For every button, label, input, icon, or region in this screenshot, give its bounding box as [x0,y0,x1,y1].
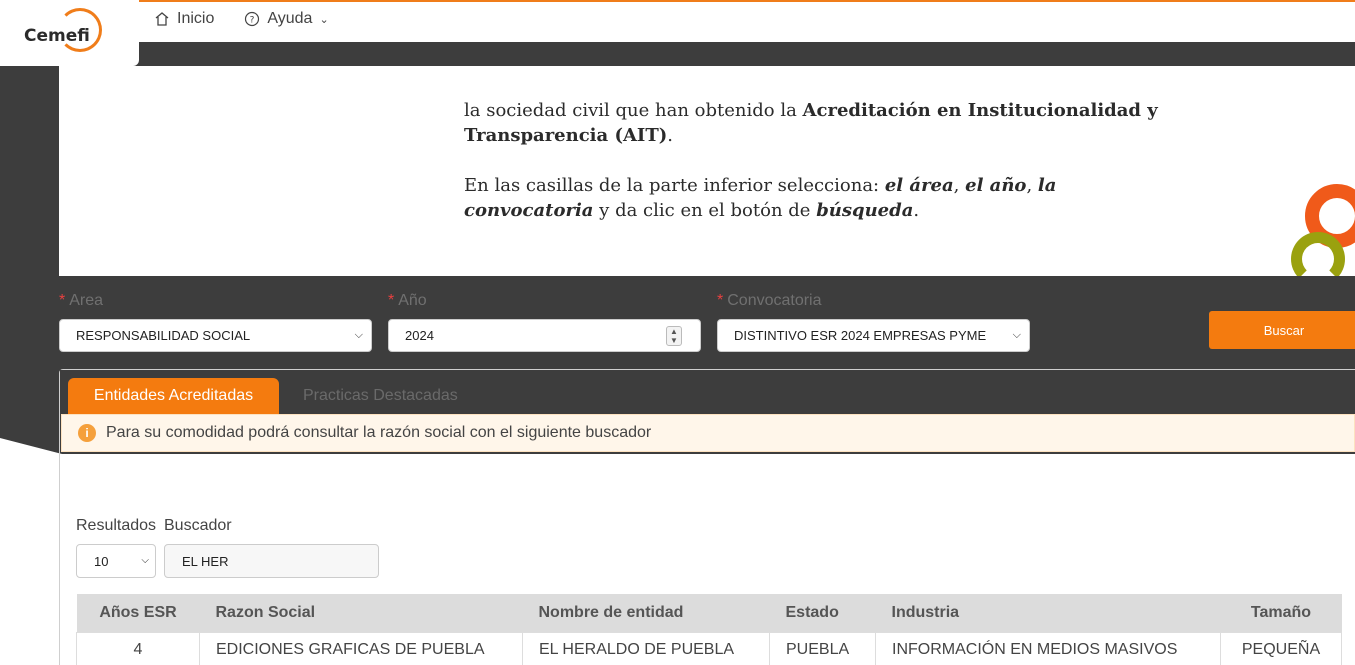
col-razon-social[interactable]: Razon Social [200,594,523,632]
intro-text: la sociedad civil que han obtenido la Ac… [464,66,1184,248]
chevron-down-icon: ⌵ [354,329,363,341]
tab-practicas-destacadas[interactable]: Practicas Destacadas [303,387,458,405]
help-circle-icon: ? [245,11,260,27]
chevron-down-icon: ⌵ [141,555,149,566]
area-select-value: RESPONSABILIDAD SOCIAL [76,328,251,343]
area-label: * Area [59,292,104,309]
col-tamano[interactable]: Tamaño [1221,594,1342,632]
year-label: * Año [388,292,427,309]
cell-nombre-entidad: EL HERALDO DE PUEBLA [522,631,770,665]
info-alert-text: Para su comodidad podrá consultar la raz… [106,424,652,441]
stepper-icon[interactable]: ▲ ▼ [666,326,682,346]
chevron-down-icon: ⌄ [319,13,329,26]
table-row: 4 EDICIONES GRAFICAS DE PUEBLA EL HERALD… [76,631,1342,665]
home-icon [155,12,169,26]
convocatoria-select-value: DISTINTIVO ESR 2024 EMPRESAS PYME [734,328,987,343]
nav-home[interactable]: Inicio [154,10,214,28]
svg-text:?: ? [250,16,255,26]
results-per-page-select[interactable]: 10 ⌵ [76,544,156,578]
logo-text: Cemefi [24,26,90,46]
year-input[interactable]: 2024 ▲ ▼ [388,319,701,352]
main-nav: Inicio ? Ayuda ⌄ [154,10,329,28]
intro-clipped-line [464,66,1184,73]
finder-input[interactable] [164,544,379,578]
area-select[interactable]: RESPONSABILIDAD SOCIAL ⌵ [59,319,372,352]
results-per-page-value: 10 [94,553,109,569]
convocatoria-label: * Convocatoria [717,292,822,309]
cell-tamano: PEQUEÑA [1220,631,1342,665]
header-dark-band [139,42,1355,66]
convocatoria-select[interactable]: DISTINTIVO ESR 2024 EMPRESAS PYME ⌵ [717,319,1030,352]
cell-razon-social: EDICIONES GRAFICAS DE PUEBLA [199,631,523,665]
intro-panel: la sociedad civil que han obtenido la Ac… [59,66,1355,276]
year-input-value: 2024 [405,328,434,343]
col-industria[interactable]: Industria [876,594,1221,632]
tab-entidades-acreditadas[interactable]: Entidades Acreditadas [68,378,279,414]
intro-paragraph-1: la sociedad civil que han obtenido la Ac… [464,100,1158,146]
intro-paragraph-2: En las casillas de la parte inferior sel… [464,175,1057,221]
logo[interactable]: Cemefi [0,0,139,66]
col-estado[interactable]: Estado [770,594,876,632]
nav-home-label: Inicio [177,10,215,27]
cell-industria: INFORMACIÓN EN MEDIOS MASIVOS [875,631,1221,665]
nav-help[interactable]: ? Ayuda ⌄ [244,10,329,28]
cell-anos-esr: 4 [76,631,200,665]
results-label: Resultados [76,517,157,534]
chevron-down-icon: ⌵ [1012,329,1021,341]
finder-label: Buscador [164,517,232,534]
info-alert: i Para su comodidad podrá consultar la r… [61,414,1355,452]
table-header-row: Años ESR Razon Social Nombre de entidad … [76,594,1342,632]
search-button[interactable]: Buscar [1209,311,1355,349]
cell-estado: PUEBLA [769,631,876,665]
entities-table: Años ESR Razon Social Nombre de entidad … [76,594,1342,665]
nav-help-label: Ayuda [267,10,313,27]
col-anos-esr[interactable]: Años ESR [77,594,200,632]
col-nombre-entidad[interactable]: Nombre de entidad [523,594,770,632]
info-icon: i [78,424,96,442]
